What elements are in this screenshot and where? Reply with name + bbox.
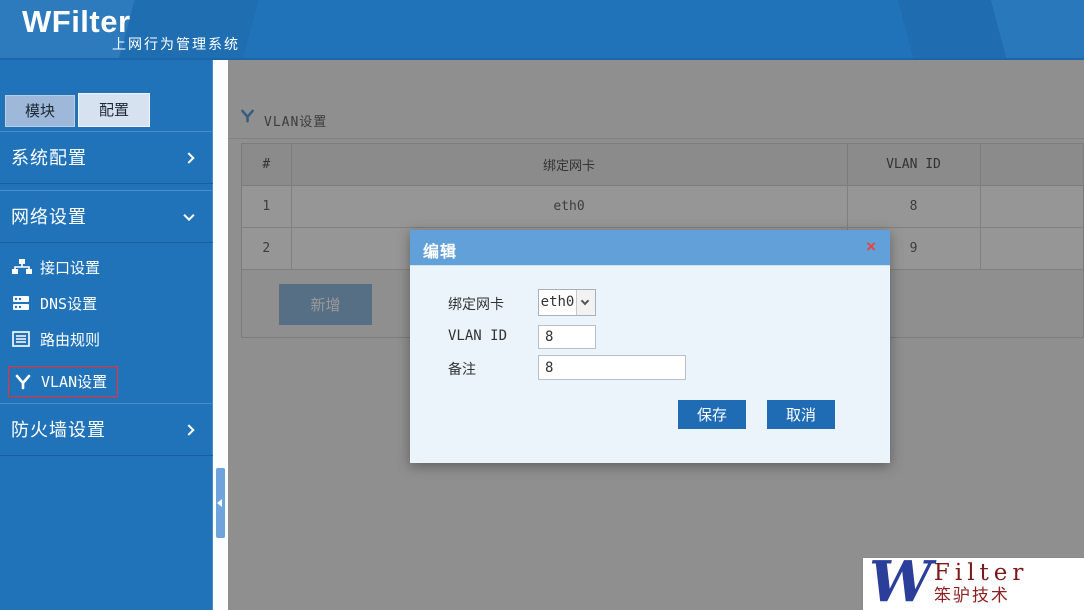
app-window: WFilter 上网行为管理系统 模块 配置 系统配置 网络设置 接口设置: [0, 0, 1084, 610]
nic-select[interactable]: eth0: [538, 289, 596, 316]
dns-icon: [12, 295, 32, 311]
nic-field-label: 绑定网卡: [448, 294, 504, 314]
sidebar-item-label: 防火墙设置: [11, 420, 106, 440]
sidebar-item-label: 接口设置: [40, 257, 100, 278]
sidebar-item-vlan-settings[interactable]: VLAN设置: [8, 366, 118, 397]
logo-w-mark: W: [869, 558, 932, 610]
edit-modal: 编辑 × 绑定网卡 eth0 VLAN ID 备注 保存 取消: [410, 230, 890, 463]
brand-subtitle: 上网行为管理系统: [112, 34, 240, 54]
sidebar-item-route-rules[interactable]: 路由规则: [0, 325, 213, 353]
modal-header: 编辑 ×: [410, 230, 890, 266]
save-button[interactable]: 保存: [678, 400, 746, 429]
sidebar-item-network-settings[interactable]: 网络设置: [0, 190, 213, 243]
nic-select-value: eth0: [539, 290, 576, 315]
sidebar: 模块 配置 系统配置 网络设置 接口设置: [0, 60, 213, 610]
vlan-id-field-label: VLAN ID: [448, 328, 507, 344]
close-icon[interactable]: ×: [866, 237, 876, 257]
sidebar-collapse-handle[interactable]: [216, 468, 225, 538]
select-dropdown-button[interactable]: [576, 290, 595, 315]
chevron-right-icon: [183, 424, 194, 435]
sidebar-item-firewall-settings[interactable]: 防火墙设置: [0, 403, 213, 456]
vlan-id-input[interactable]: [538, 325, 596, 349]
sidebar-item-label: 系统配置: [11, 148, 87, 168]
chevron-down-icon: [183, 209, 194, 220]
modal-title: 编辑: [423, 238, 457, 262]
sidebar-item-label: 路由规则: [40, 329, 100, 350]
logo-company: 笨驴技术: [934, 585, 1029, 607]
wfilter-logo: W Filter 笨驴技术: [862, 557, 1084, 610]
sidebar-item-label: VLAN设置: [41, 371, 107, 392]
sidebar-item-dns-settings[interactable]: DNS设置: [0, 289, 213, 317]
tab-config[interactable]: 配置: [78, 93, 150, 127]
sidebar-item-system-config[interactable]: 系统配置: [0, 131, 213, 184]
logo-name: Filter: [934, 561, 1029, 585]
collapse-arrow-icon: [217, 499, 222, 507]
route-icon: [12, 331, 32, 347]
sidebar-item-label: DNS设置: [40, 293, 97, 314]
modal-body: 绑定网卡 eth0 VLAN ID 备注 保存 取消: [410, 266, 890, 463]
tab-module[interactable]: 模块: [5, 95, 75, 127]
note-field-label: 备注: [448, 359, 476, 379]
cancel-button[interactable]: 取消: [767, 400, 835, 429]
interface-icon: [12, 259, 32, 275]
sidebar-item-label: 网络设置: [11, 207, 87, 227]
chevron-down-icon: [581, 297, 589, 305]
chevron-right-icon: [183, 152, 194, 163]
sidebar-item-interface-settings[interactable]: 接口设置: [0, 253, 213, 281]
note-input[interactable]: [538, 355, 686, 380]
app-header: WFilter 上网行为管理系统: [0, 0, 1084, 60]
vlan-icon: [13, 374, 33, 390]
